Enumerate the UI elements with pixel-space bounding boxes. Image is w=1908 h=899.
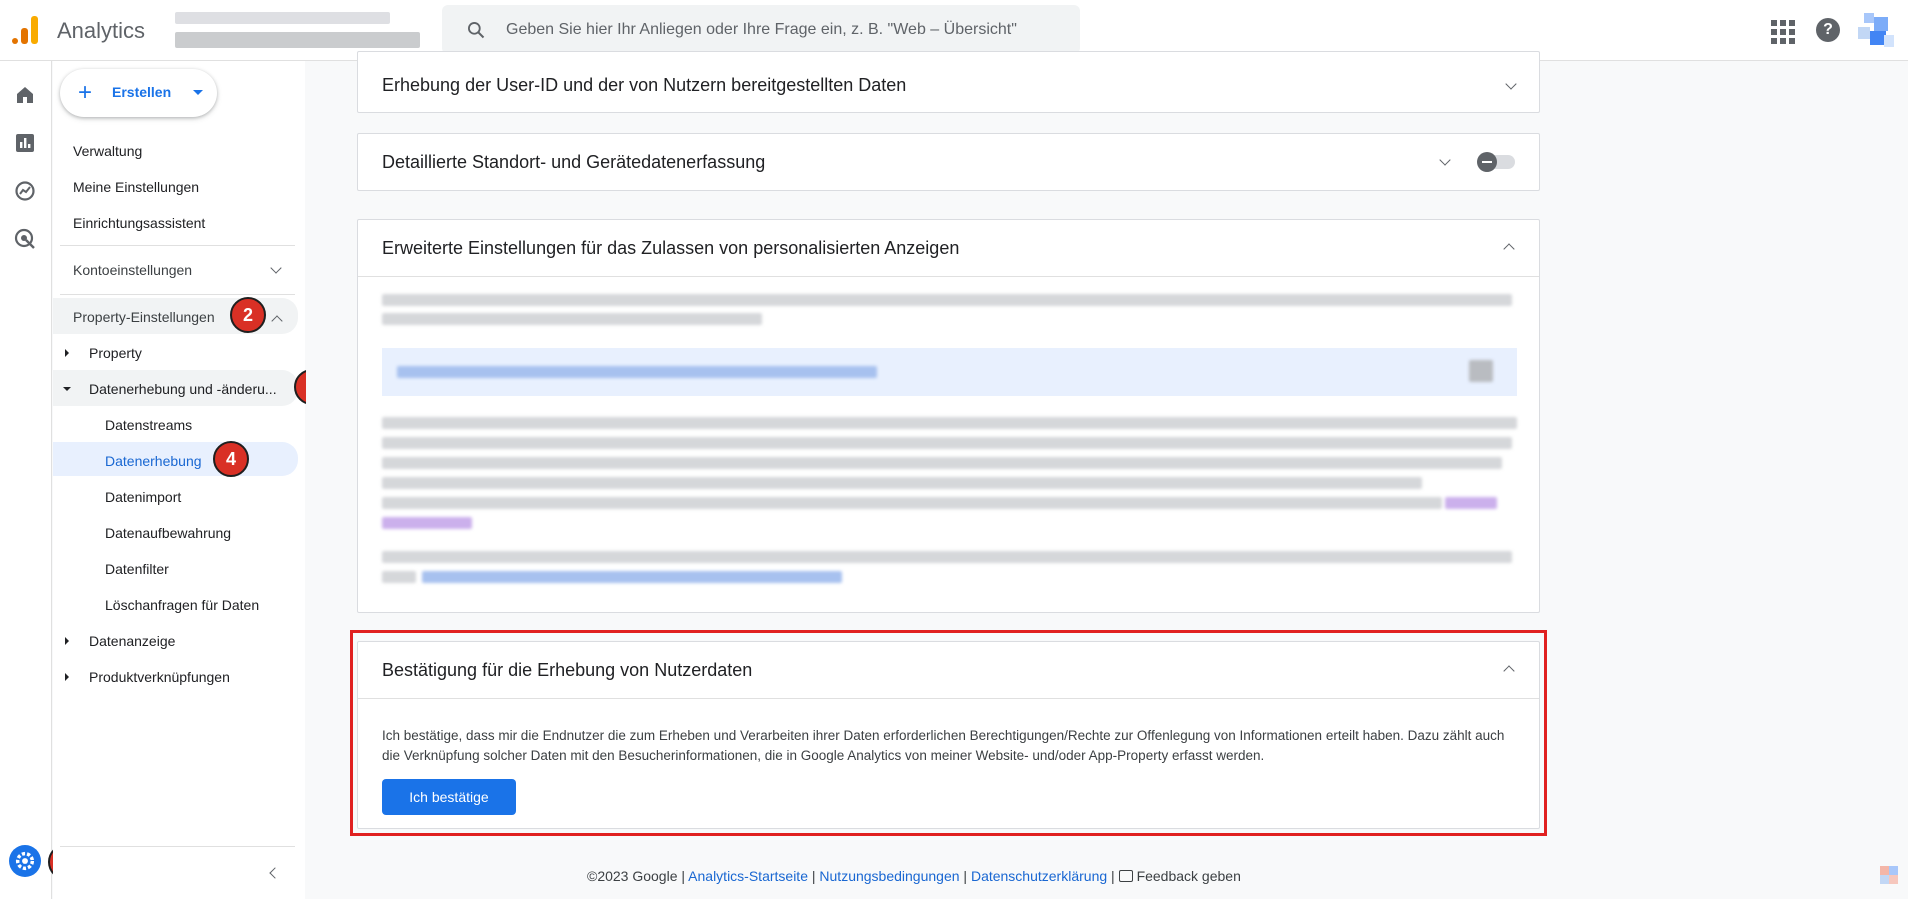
reports-icon[interactable] xyxy=(13,131,37,155)
location-toggle[interactable] xyxy=(1477,152,1515,172)
account-selector[interactable] xyxy=(175,10,425,50)
nav-account-settings[interactable]: Kontoeinstellungen xyxy=(73,262,192,278)
advertising-icon[interactable] xyxy=(13,227,37,251)
nav-data-deletion[interactable]: Löschanfragen für Daten xyxy=(105,597,259,613)
footer-sep: | xyxy=(1111,868,1115,884)
create-label: Erstellen xyxy=(112,84,172,100)
help-icon[interactable]: ? xyxy=(1816,18,1840,42)
plus-icon: + xyxy=(78,79,93,106)
chevron-down-icon[interactable] xyxy=(1439,154,1451,166)
blurred-link[interactable] xyxy=(397,366,877,378)
analytics-logo-icon[interactable] xyxy=(12,16,42,44)
blurred-text xyxy=(382,457,1502,469)
card-user-id[interactable]: Erhebung der User-ID und der von Nutzern… xyxy=(357,51,1540,113)
blurred-text xyxy=(382,417,1517,429)
nav-product-links[interactable]: Produktverknüpfungen xyxy=(89,669,230,685)
footer-sep: | xyxy=(681,868,686,884)
footer-sep: | xyxy=(811,868,816,884)
blurred-text xyxy=(382,497,1442,509)
home-icon[interactable] xyxy=(13,83,37,107)
nav-property-settings[interactable]: Property-Einstellungen xyxy=(73,309,215,325)
blurred-link[interactable] xyxy=(422,571,842,583)
nav-admin[interactable]: Verwaltung xyxy=(73,143,142,159)
blurred-text xyxy=(382,477,1422,489)
footer: ©2023 Google | Analytics-Startseite | Nu… xyxy=(587,868,1241,884)
caret-down-icon xyxy=(193,90,203,95)
card-location[interactable]: Detaillierte Standort- und Gerätedatener… xyxy=(357,133,1540,191)
blurred-text xyxy=(382,571,416,583)
blurred-icon xyxy=(1469,360,1493,382)
chevron-up-icon[interactable] xyxy=(1503,243,1515,255)
card-title: Erhebung der User-ID und der von Nutzern… xyxy=(382,75,907,95)
nav-setup-assistant[interactable]: Einrichtungsassistent xyxy=(73,215,205,231)
extension-icon[interactable] xyxy=(1880,866,1898,884)
apps-grid-icon[interactable] xyxy=(1769,18,1795,44)
nav-my-settings[interactable]: Meine Einstellungen xyxy=(73,179,199,195)
card-title: Erweiterte Einstellungen für das Zulasse… xyxy=(382,238,960,258)
nav-property[interactable]: Property xyxy=(89,345,142,361)
nav-data-display[interactable]: Datenanzeige xyxy=(89,633,175,649)
footer-link-home[interactable]: Analytics-Startseite xyxy=(688,868,808,884)
chevron-down-icon[interactable] xyxy=(270,262,282,274)
nav-data-collection[interactable]: Datenerhebung xyxy=(105,453,202,469)
badge-2: 2 xyxy=(230,297,266,333)
expand-arrow-icon[interactable] xyxy=(65,673,69,681)
nav-data-retention[interactable]: Datenaufbewahrung xyxy=(105,525,231,541)
divider xyxy=(60,245,295,246)
blurred-text xyxy=(382,551,1512,563)
expand-arrow-icon[interactable] xyxy=(65,637,69,645)
search-placeholder[interactable]: Geben Sie hier Ihr Anliegen oder Ihre Fr… xyxy=(506,21,1017,39)
blurred-text xyxy=(382,294,1512,306)
nav-data-collection-group[interactable]: Datenerhebung und -änderu... xyxy=(89,381,277,397)
collapse-nav-icon[interactable] xyxy=(269,867,281,879)
side-nav: + Erstellen Verwaltung Meine Einstellung… xyxy=(53,61,330,899)
blurred-info-box xyxy=(382,348,1517,396)
avatar[interactable] xyxy=(1858,13,1894,49)
card-personalized-ads: Erweiterte Einstellungen für das Zulasse… xyxy=(357,219,1540,613)
footer-sep: | xyxy=(963,868,968,884)
nav-data-filters[interactable]: Datenfilter xyxy=(105,561,169,577)
divider xyxy=(60,294,295,295)
feedback-icon[interactable] xyxy=(1118,870,1133,882)
expand-arrow-icon[interactable] xyxy=(65,349,69,357)
card-head[interactable]: Erweiterte Einstellungen für das Zulasse… xyxy=(358,220,1539,277)
blurred-link[interactable] xyxy=(382,517,472,529)
search-icon xyxy=(468,22,485,39)
app-title: Analytics xyxy=(57,18,146,43)
search-box[interactable]: Geben Sie hier Ihr Anliegen oder Ihre Fr… xyxy=(442,5,1080,54)
footer-feedback[interactable]: Feedback geben xyxy=(1137,868,1241,884)
footer-link-terms[interactable]: Nutzungsbedingungen xyxy=(819,868,959,884)
highlight-frame xyxy=(350,630,1547,836)
footer-link-privacy[interactable]: Datenschutzerklärung xyxy=(971,868,1107,884)
badge-4: 4 xyxy=(213,441,249,477)
create-button[interactable]: + Erstellen xyxy=(60,69,217,117)
main-content: Erhebung der User-ID und der von Nutzern… xyxy=(306,51,1908,899)
nav-data-import[interactable]: Datenimport xyxy=(105,489,181,505)
explore-icon[interactable] xyxy=(13,179,37,203)
nav-data-streams[interactable]: Datenstreams xyxy=(105,417,192,433)
card-title: Detaillierte Standort- und Gerätedatener… xyxy=(382,152,766,172)
admin-gear-icon[interactable] xyxy=(9,845,41,877)
blurred-text xyxy=(382,313,762,325)
footer-copyright: ©2023 Google xyxy=(587,868,678,884)
chevron-down-icon[interactable] xyxy=(1505,78,1517,90)
blurred-link[interactable] xyxy=(1445,497,1497,509)
divider xyxy=(60,846,295,847)
collapse-arrow-icon[interactable] xyxy=(63,387,71,391)
blurred-text xyxy=(382,437,1512,449)
left-rail: 1 xyxy=(0,61,84,899)
